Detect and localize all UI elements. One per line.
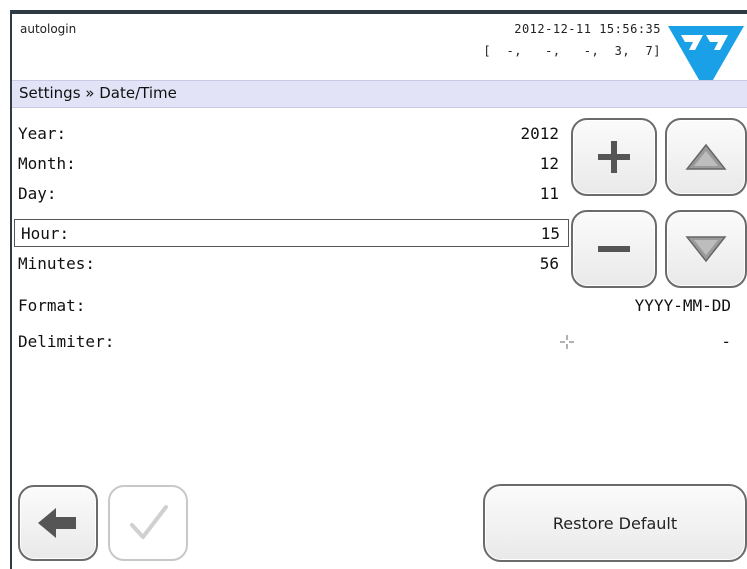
breadcrumb: Settings » Date/Time: [19, 84, 177, 102]
check-icon: [130, 505, 168, 539]
hour-value: 15: [540, 224, 560, 243]
year-row[interactable]: Year: 2012: [12, 120, 567, 148]
minus-icon: [598, 246, 630, 252]
delimiter-row[interactable]: Delimiter: -: [12, 328, 739, 356]
delimiter-label: Delimiter:: [18, 332, 115, 351]
breadcrumb-bar: Settings » Date/Time: [12, 80, 747, 108]
status-flags: [ -, -, -, 3, 7]: [483, 44, 661, 58]
month-value: 12: [539, 154, 559, 173]
triangle-up-icon: [685, 143, 727, 170]
current-datetime: 2012-12-11 15:56:35: [514, 22, 661, 36]
minutes-label: Minutes:: [18, 254, 96, 273]
format-row[interactable]: Format: YYYY-MM-DD: [12, 292, 739, 320]
minutes-value: 56: [539, 254, 559, 273]
format-value: YYYY-MM-DD: [634, 296, 731, 315]
confirm-button[interactable]: [108, 485, 188, 561]
day-value: 11: [539, 184, 559, 203]
previous-field-button[interactable]: [665, 118, 747, 196]
restore-default-label: Restore Default: [552, 513, 678, 533]
user-label: autologin: [20, 22, 77, 36]
day-row[interactable]: Day: 11: [12, 180, 567, 208]
restore-default-button[interactable]: Restore Default: [483, 484, 747, 562]
decrement-button[interactable]: [571, 210, 657, 288]
hour-row-selected[interactable]: Hour: 15: [14, 219, 569, 247]
year-label: Year:: [18, 124, 67, 143]
next-field-button[interactable]: [665, 210, 747, 288]
year-value: 2012: [520, 124, 559, 143]
hour-label: Hour:: [21, 224, 70, 243]
increment-button[interactable]: [571, 118, 657, 196]
delimiter-value: -: [721, 332, 731, 351]
back-button[interactable]: [18, 485, 98, 561]
month-label: Month:: [18, 154, 76, 173]
cursor-crosshair-icon: [560, 334, 574, 353]
plus-icon: [598, 141, 630, 173]
arrow-left-icon: [38, 508, 76, 538]
minutes-row[interactable]: Minutes: 56: [12, 250, 567, 278]
triangle-down-icon: [685, 236, 727, 263]
device-screen: autologin 2012-12-11 15:56:35 [ -, -, -,…: [0, 0, 747, 569]
day-label: Day:: [18, 184, 57, 203]
month-row[interactable]: Month: 12: [12, 150, 567, 178]
format-label: Format:: [18, 296, 86, 315]
